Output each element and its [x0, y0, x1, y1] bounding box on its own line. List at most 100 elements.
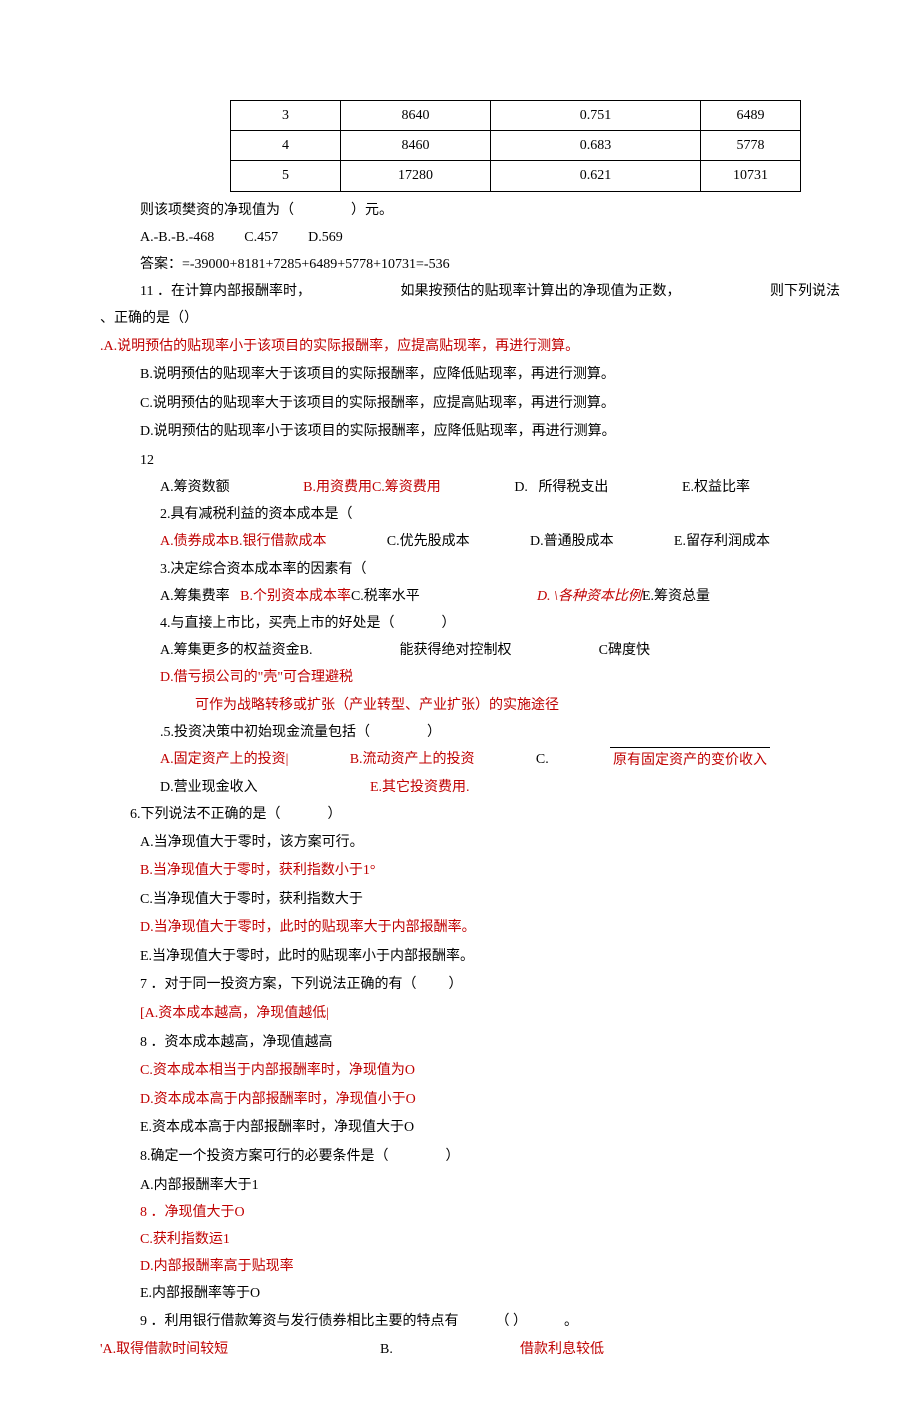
question-6: 6.下列说法不正确的是（ ）: [100, 802, 840, 827]
option-b: B.个别资本成本率: [240, 589, 351, 604]
text: 则下列说法: [770, 279, 840, 304]
option-a: A.固定资产上的投资|: [160, 747, 288, 773]
option-e: E.留存利润成本: [674, 529, 770, 554]
option-d: D.: [514, 480, 528, 495]
data-table: 3 8640 0.751 6489 4 8460 0.683 5778 5 17…: [230, 100, 801, 192]
question-3: 3.决定综合资本成本率的因素有（: [100, 557, 840, 582]
text: 则该项樊资的净现值为（: [140, 203, 294, 218]
option-e: 可作为战略转移或扩张（产业转型、产业扩张）的实施途径: [100, 693, 840, 718]
text: ）: [427, 725, 441, 740]
option-d: D.说明预估的贴现率小于该项目的实际报酬率，应降低贴现率，再进行测算。: [100, 419, 840, 446]
question-9: 9 ．利用银行借款筹资与发行债券相比主要的特点有 （ ） 。: [100, 1309, 840, 1336]
cell: 8460: [341, 131, 491, 161]
option-c: C.税率水平: [351, 589, 420, 604]
option-e: E.内部报酬率等于O: [100, 1281, 840, 1306]
answer-text: 答案：=-39000+8181+7285+6489+5778+10731=-53…: [100, 252, 840, 277]
cell: 4: [231, 131, 341, 161]
question-8: 8.确定一个投资方案可行的必要条件是（ ）: [100, 1144, 840, 1171]
table-row: 3 8640 0.751 6489: [231, 101, 801, 131]
cell: 8640: [341, 101, 491, 131]
option-b: B.说明预估的贴现率大于该项目的实际报酬率，应降低贴现率，再进行测算。: [100, 362, 840, 389]
question-stem: 则该项樊资的净现值为（ ）元。: [100, 198, 840, 223]
option-e: E.权益比率: [682, 475, 750, 500]
option-d: D.569: [308, 225, 343, 250]
option-b: B.用资费用: [303, 480, 372, 495]
option-c: C.获利指数运1: [100, 1227, 840, 1252]
question-7: 7 ．对于同一投资方案，下列说法正确的有（ ）: [100, 972, 840, 999]
option-e: E.当净现值大于零时，此时的贴现率小于内部报酬率。: [100, 944, 840, 971]
option-b-text: 能获得绝对控制权: [400, 638, 512, 663]
q1-options: A.筹资数额 B.用资费用C.筹资费用 D. 所得税支出 E.权益比率: [100, 475, 780, 500]
table-row: 4 8460 0.683 5778: [231, 131, 801, 161]
text: ）: [442, 616, 456, 631]
text: 。: [564, 1314, 578, 1329]
q9-options: 'A.取得借款时间较短 B. 借款利息较低: [100, 1337, 840, 1362]
cell: 5: [231, 161, 341, 191]
option-d: D.普通股成本: [530, 529, 614, 554]
option-a: A.债券成本: [160, 534, 230, 549]
cell: 0.621: [491, 161, 701, 191]
option-d: D.营业现金收入: [160, 775, 340, 800]
text: 、正确的是（）: [100, 306, 840, 331]
option-b: 8 ．净现值大于O: [100, 1200, 840, 1225]
cell: 0.751: [491, 101, 701, 131]
option-a: .A.说明预估的贴现率小于该项目的实际报酬率，应提高贴现率，再进行测算。: [100, 334, 840, 361]
cell: 3: [231, 101, 341, 131]
option-a: A.-B.-B.-468: [140, 225, 214, 250]
question-11: 11 ．在计算内部报酬率时， 如果按预估的贴现率计算出的净现值为正数， 则下列说…: [100, 279, 840, 304]
option-c: C碑度快: [599, 638, 650, 663]
text: ）: [446, 1149, 460, 1164]
cell: 0.683: [491, 131, 701, 161]
text: 如果按预估的贴现率计算出的净现值为正数，: [400, 279, 680, 304]
option-e: E.资本成本高于内部报酬率时，净现值大于O: [100, 1115, 840, 1142]
q3-options: A.筹集费率 B.个别资本成本率C.税率水平 D. \各种资本比例E.筹资总量: [100, 584, 740, 609]
option-d: D.借亏损公司的"壳"可合理避税: [100, 665, 840, 690]
text: 9 ．利用银行借款筹资与发行债券相比主要的特点有: [140, 1314, 459, 1329]
text: 8.确定一个投资方案可行的必要条件是（: [140, 1149, 389, 1164]
text: 4.与直接上市比，买壳上市的好处是（: [160, 616, 395, 631]
text: 所得税支出: [538, 480, 608, 495]
question-4: 4.与直接上市比，买壳上市的好处是（ ）: [100, 611, 840, 636]
option-a: A.筹资数额: [160, 475, 230, 500]
q2-options: A.债券成本B.银行借款成本 C.优先股成本 D.普通股成本 E.留存利润成本: [100, 529, 800, 554]
cell: 17280: [341, 161, 491, 191]
option-row: A.-B.-B.-468 C.457 D.569: [100, 225, 840, 250]
option-e: E.筹资总量: [642, 589, 710, 604]
option-b: B.银行借款成本: [230, 534, 327, 549]
option-a: A.筹集费率: [160, 589, 230, 604]
option-a: A.当净现值大于零时，该方案可行。: [100, 830, 840, 857]
option-d: D.当净现值大于零时，此时的贴现率大于内部报酬率。: [100, 915, 840, 942]
cell: 10731: [701, 161, 801, 191]
option-b: 8 ．资本成本越高，净现值越高: [100, 1030, 840, 1057]
option-c: C.优先股成本: [387, 529, 470, 554]
q5-options-2: D.营业现金收入 E.其它投资费用.: [100, 775, 840, 800]
q5-options: A.固定资产上的投资| B.流动资产上的投资 C. 原有固定资产的变价收入: [100, 747, 800, 773]
text: .5.投资决策中初始现金流量包括（: [160, 725, 370, 740]
text: 7 ．对于同一投资方案，下列说法正确的有（: [140, 977, 417, 992]
option-d: D.内部报酬率高于贴现率: [100, 1254, 840, 1279]
option-c: C.当净现值大于零时，获利指数大于: [100, 887, 840, 914]
text: 6.下列说法不正确的是（: [130, 807, 281, 822]
option-a: A.筹集更多的权益资金B.: [160, 638, 312, 663]
option-c: C.: [536, 747, 549, 773]
text: （ ）: [496, 1314, 528, 1329]
option-d: D.资本成本高于内部报酬率时，净现值小于O: [100, 1087, 840, 1114]
cell: 5778: [701, 131, 801, 161]
option-b: B.当净现值大于零时，获利指数小于1°: [100, 858, 840, 885]
option-b: B.: [380, 1337, 490, 1362]
option-a: [A.资本成本越高，净现值越低|: [100, 1001, 840, 1028]
text: ）: [328, 807, 342, 822]
question-12-header: 12: [100, 448, 840, 473]
option-b-text: 借款利息较低: [520, 1337, 604, 1362]
option-c: C.筹资费用: [372, 480, 441, 495]
option-a: 'A.取得借款时间较短: [100, 1337, 350, 1362]
option-d: D. \各种资本比例: [537, 589, 642, 604]
option-c-text: 原有固定资产的变价收入: [610, 747, 770, 773]
option-c: C.457: [244, 225, 278, 250]
text: ）元。: [351, 203, 393, 218]
option-e: E.其它投资费用.: [370, 775, 470, 800]
question-2: 2.具有减税利益的资本成本是（: [100, 502, 840, 527]
question-5: .5.投资决策中初始现金流量包括（ ）: [100, 720, 840, 745]
option-a: A.内部报酬率大于1: [100, 1173, 840, 1198]
text: 11 ．在计算内部报酬率时，: [140, 279, 311, 304]
